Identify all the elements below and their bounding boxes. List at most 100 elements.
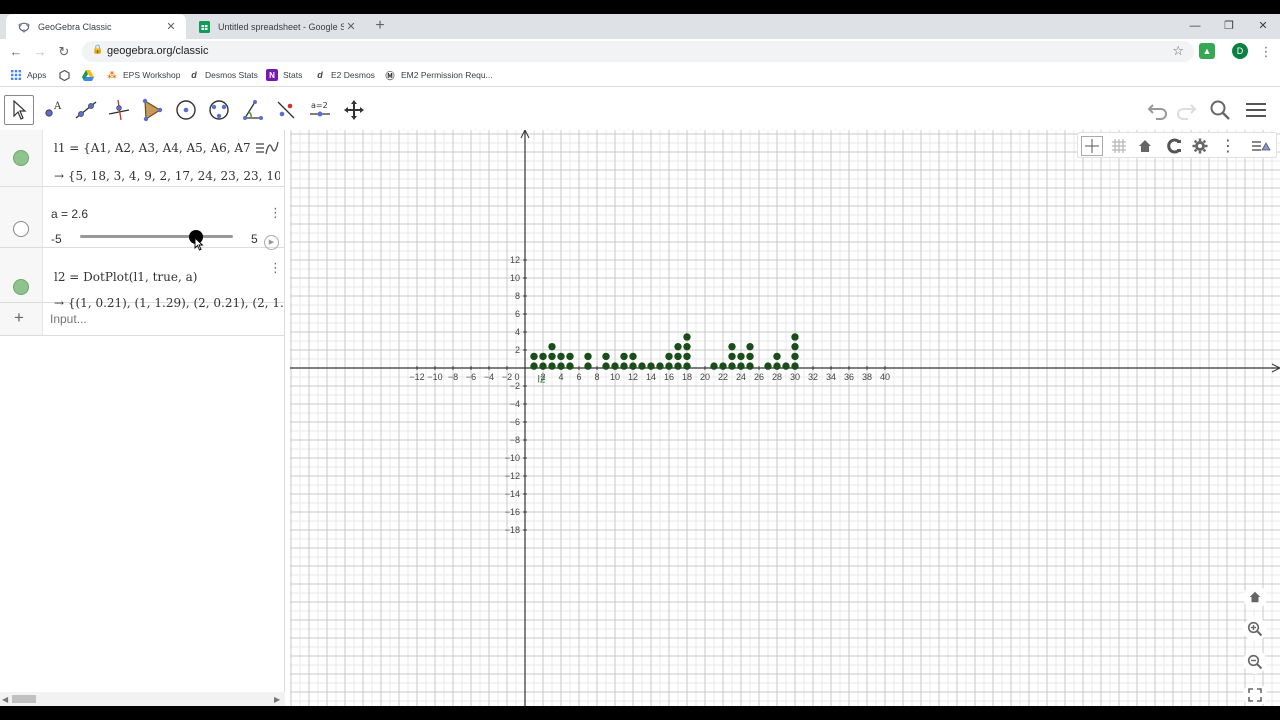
bookmark-eps-workshop[interactable]: ⁂ EPS Workshop — [106, 69, 180, 81]
bookmark-drive[interactable] — [82, 69, 99, 81]
dot-plot-point — [674, 342, 682, 351]
algebra-view-settings-icon[interactable] — [254, 138, 280, 158]
slider-track[interactable] — [80, 235, 233, 238]
y-tick-label: −8 — [510, 435, 520, 445]
reload-icon[interactable]: ↻ — [54, 42, 74, 62]
scroll-left-icon[interactable]: ◀ — [2, 695, 8, 704]
undo-icon[interactable] — [1145, 97, 1171, 123]
algebra-definition[interactable]: l2 = DotPlot(l1, true, a) — [54, 270, 264, 284]
add-item-icon[interactable]: + — [14, 308, 24, 328]
axes-toggle-icon[interactable] — [1081, 136, 1103, 156]
dot-plot-point — [548, 362, 556, 370]
algebra-row-l2[interactable]: l2 = DotPlot(l1, true, a) ⋮ — [0, 248, 285, 303]
svg-text:A: A — [53, 101, 62, 112]
maximize-icon[interactable]: ❐ — [1212, 17, 1246, 35]
dot-plot-point — [530, 362, 538, 370]
bookmark-e2-desmos[interactable]: d E2 Desmos — [314, 69, 375, 81]
window-close-icon[interactable]: ✕ — [1246, 17, 1280, 35]
scrollbar-thumb[interactable] — [12, 695, 36, 703]
y-tick-label: 6 — [515, 309, 520, 319]
visibility-toggle-on[interactable] — [13, 279, 29, 295]
angle-tool-icon[interactable] — [238, 95, 268, 125]
search-icon[interactable] — [1207, 97, 1233, 123]
onenote-icon: N — [266, 69, 278, 81]
back-icon[interactable]: ← — [6, 42, 26, 62]
bookmark-star-icon[interactable]: ☆ — [1172, 43, 1184, 59]
dot-plot-point — [656, 362, 664, 370]
browser-menu-icon[interactable]: ⋮ — [1256, 42, 1276, 62]
graphics-view[interactable]: −12 −10 −8 −6 −4 −2 0 2 4 6 8 10 12 14 16 18 20 22 24 26 28 3… — [290, 130, 1280, 706]
grid-toggle-icon[interactable] — [1108, 136, 1130, 156]
tab-geogebra[interactable]: GeoGebra Classic ✕ — [6, 14, 186, 39]
dot-plot-point — [566, 352, 574, 361]
x-tick-label: 12 — [628, 372, 638, 382]
scroll-right-icon[interactable]: ▶ — [274, 695, 280, 704]
algebra-definition[interactable]: l1 = {A1, A2, A3, A4, A5, A6, A7, A8 — [54, 141, 250, 155]
settings-gear-icon[interactable] — [1189, 136, 1211, 156]
home-icon[interactable] — [1134, 136, 1156, 156]
dot-plot-point — [791, 333, 799, 341]
polygon-tool-icon[interactable] — [137, 95, 167, 125]
ellipse-tool-icon[interactable] — [204, 95, 234, 125]
standard-view-home-icon[interactable] — [1243, 585, 1267, 609]
slider-tool-icon[interactable]: a=2 — [305, 95, 335, 125]
tab-spreadsheet[interactable]: Untitled spreadsheet - Google Shee ✕ — [186, 14, 366, 39]
point-capturing-icon[interactable] — [1162, 136, 1184, 156]
dot-plot-point — [710, 362, 718, 370]
dot-plot-point — [647, 362, 655, 370]
x-tick-label: 14 — [646, 372, 656, 382]
point-tool-icon[interactable]: A — [38, 95, 68, 125]
zoom-in-icon[interactable] — [1243, 617, 1267, 641]
algebra-view: l1 = {A1, A2, A3, A4, A5, A6, A7, A8 → {… — [0, 130, 285, 706]
geogebra-toolbar: A a=2 — [0, 87, 1280, 130]
dot-plot-point — [773, 362, 781, 370]
line-tool-icon[interactable] — [71, 95, 101, 125]
forward-icon[interactable]: → — [30, 42, 50, 62]
tab-close-icon[interactable]: ✕ — [344, 20, 358, 33]
dot-plot[interactable]: −12 −10 −8 −6 −4 −2 0 2 4 6 8 10 12 14 16 18 20 22 24 26 28 3… — [290, 130, 1280, 706]
y-tick-label: 2 — [515, 345, 520, 355]
bookmark-label: Desmos Stats — [205, 70, 258, 80]
row-menu-icon[interactable]: ⋮ — [269, 261, 282, 274]
visibility-toggle-off[interactable] — [13, 221, 29, 237]
visibility-toggle-on[interactable] — [13, 150, 29, 166]
x-tick-label: 22 — [718, 372, 728, 382]
perpendicular-tool-icon[interactable] — [104, 95, 134, 125]
algebra-input[interactable] — [50, 310, 270, 328]
desmos-icon: d — [317, 70, 323, 80]
reflect-tool-icon[interactable] — [271, 95, 301, 125]
circle-tool-icon[interactable] — [171, 95, 201, 125]
address-bar[interactable]: 🔒 geogebra.org/classic ☆ — [82, 41, 1194, 62]
more-options-icon[interactable]: ⋮ — [1217, 136, 1239, 156]
move-view-tool-icon[interactable] — [339, 95, 369, 125]
x-tick-label: 40 — [880, 372, 890, 382]
zoom-out-icon[interactable] — [1243, 650, 1267, 674]
horizontal-scrollbar[interactable]: ◀ ▶ — [0, 692, 285, 706]
x-tick-label: 10 — [610, 372, 620, 382]
redo-icon[interactable] — [1173, 97, 1199, 123]
profile-avatar[interactable]: D — [1232, 43, 1248, 59]
extension-classroom-icon[interactable]: ▲ — [1199, 43, 1215, 59]
tab-close-icon[interactable]: ✕ — [164, 20, 178, 33]
graphics-menu-icon[interactable] — [1250, 136, 1272, 156]
algebra-input-row[interactable]: + — [0, 303, 285, 336]
dot-plot-point — [620, 362, 628, 370]
minimize-icon[interactable]: — — [1178, 17, 1212, 35]
y-tick-label: 12 — [510, 255, 520, 265]
slider-definition[interactable]: a = 2.6 — [51, 207, 88, 221]
main-menu-icon[interactable] — [1243, 97, 1269, 123]
dot-plot-point — [557, 352, 565, 361]
fullscreen-icon[interactable] — [1243, 683, 1267, 706]
move-tool-icon[interactable] — [4, 95, 34, 125]
dot-plot-point — [791, 352, 799, 361]
algebra-row-slider-a[interactable]: a = 2.6 ⋮ -5 5 ▶ — [0, 187, 285, 250]
algebra-row-l1[interactable]: l1 = {A1, A2, A3, A4, A5, A6, A7, A8 → {… — [0, 130, 285, 187]
bookmark-em2-permission[interactable]: Ⓜ EM2 Permission Requ... — [384, 69, 492, 81]
bookmark-apps[interactable]: Apps — [10, 69, 46, 81]
bookmark-extension[interactable] — [58, 69, 75, 81]
bookmark-desmos-stats[interactable]: d Desmos Stats — [188, 69, 258, 81]
new-tab-button[interactable]: + — [372, 18, 388, 34]
dot-plot-point — [791, 362, 799, 370]
bookmark-stats[interactable]: N Stats — [266, 69, 302, 81]
row-menu-icon[interactable]: ⋮ — [269, 206, 282, 219]
